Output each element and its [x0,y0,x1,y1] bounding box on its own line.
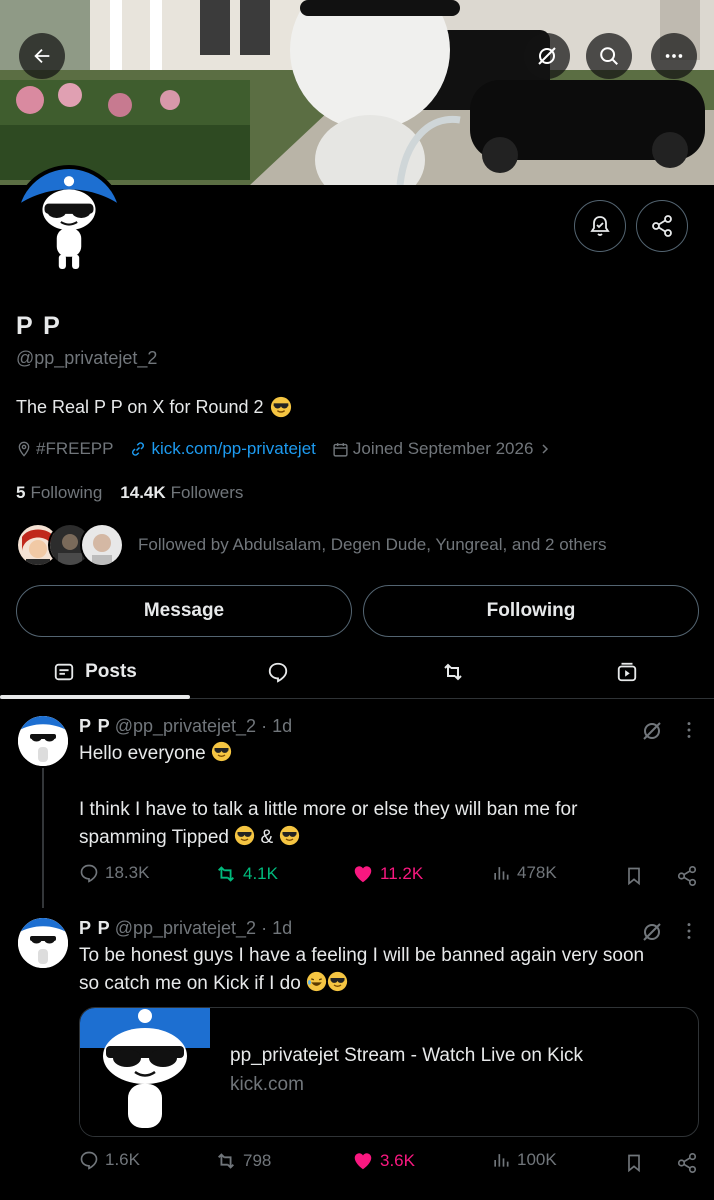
sunglasses-emoji-icon [235,825,255,846]
profile-name: P P [16,312,62,340]
post-body: To be honest guys I have a feeling I wil… [79,945,645,994]
following-button[interactable]: Following [363,585,699,637]
avatar-image [18,169,120,271]
tab-posts[interactable]: Posts [0,645,190,699]
joined-date[interactable]: Joined September 2026 [332,439,554,459]
back-arrow-icon [34,48,50,64]
reply-button[interactable]: 18.3K [79,863,149,883]
banner-image [0,0,714,185]
profile-handle: @pp_privatejet_2 [16,348,158,368]
notification-bell-icon [590,216,610,236]
follow-counts: 5 Following 14.4K Followers [16,483,243,503]
thread-line [42,768,44,908]
location-icon [18,441,30,457]
chevron-right-icon [542,444,549,454]
views-button[interactable]: 100K [491,1150,557,1170]
search-icon [600,47,618,65]
bookmark-icon[interactable] [624,865,644,887]
post-actions: 18.3K 4.1K 11.2K 478K [79,863,699,889]
profile-tabs: Posts [0,645,714,699]
share-profile-button[interactable] [636,200,688,252]
laughing-emoji-icon [306,971,327,992]
post-header: P P @pp_privatejet_2 · 1d [79,716,293,736]
sunglasses-emoji-icon [270,396,291,418]
heart-icon [354,1153,372,1170]
repost-button[interactable]: 798 [215,1150,271,1172]
active-tab-indicator [0,695,190,699]
posts-icon [54,663,74,681]
reply-button[interactable]: 1.6K [79,1150,140,1170]
reply-icon [80,1151,98,1170]
heart-icon [354,866,372,883]
bookmark-icon[interactable] [624,1152,644,1174]
post-avatar[interactable] [18,918,68,968]
post-actions: 1.6K 798 3.6K 100K [79,1150,699,1176]
like-button[interactable]: 3.6K [352,1150,415,1172]
media-icon [617,662,637,682]
repost-icon [218,1153,234,1169]
post-more-icon[interactable] [680,920,698,942]
tab-reposts[interactable] [358,645,548,699]
link-card-title: pp_privatejet Stream - Watch Live on Kic… [230,1045,584,1066]
message-button[interactable]: Message [16,585,352,637]
sunglasses-emoji-icon [327,971,348,992]
sunglasses-emoji-icon [211,741,232,762]
post-header: P P @pp_privatejet_2 · 1d [79,918,293,938]
followers-count-link[interactable]: 14.4K Followers [120,483,243,503]
back-button[interactable] [19,33,65,79]
more-icon [665,54,683,58]
calendar-icon [333,442,348,457]
link-icon [132,442,145,456]
profile-link[interactable]: kick.com/pp-privatejet [129,439,316,459]
notifications-button[interactable] [574,200,626,252]
following-count-link[interactable]: 5 Following [16,483,102,503]
post-more-icon[interactable] [680,719,698,741]
views-button[interactable]: 478K [491,863,557,883]
profile-bio: The Real P P on X for Round 2 [16,396,292,418]
followed-by[interactable]: Followed by Abdulsalam, Degen Dude, Yung… [16,523,606,567]
views-icon [494,1154,509,1167]
post-avatar[interactable] [18,716,68,766]
repost-icon [218,866,234,882]
more-options-button[interactable] [651,33,697,79]
tab-media[interactable] [532,645,714,699]
reply-icon [80,864,98,883]
location: #FREEPP [16,439,113,459]
link-card-domain: kick.com [230,1074,304,1095]
grok-icon[interactable] [640,920,664,944]
bio-text: The Real P P on X for Round 2 [16,396,264,417]
post-body: Hello everyone I think I have to talk a … [79,741,578,848]
follower-avatar [80,523,124,567]
reply-icon [268,662,288,683]
profile-banner[interactable] [0,0,714,185]
repost-button[interactable]: 4.1K [215,863,278,885]
link-preview-card[interactable]: pp_privatejet Stream - Watch Live on Kic… [79,1007,699,1137]
repost-icon [444,663,462,681]
profile-meta: #FREEPP kick.com/pp-privatejet Joined Se… [16,439,569,459]
share-icon[interactable] [676,1152,698,1174]
profile-avatar[interactable] [14,165,124,275]
share-icon[interactable] [676,865,698,887]
like-button[interactable]: 11.2K [352,863,423,885]
link-card-thumbnail [80,1008,210,1136]
share-icon [652,215,672,237]
grok-button[interactable] [524,33,570,79]
search-button[interactable] [586,33,632,79]
grok-icon [538,47,556,65]
tab-replies[interactable] [183,645,373,699]
views-icon [494,867,509,880]
sunglasses-emoji-icon [279,825,299,846]
